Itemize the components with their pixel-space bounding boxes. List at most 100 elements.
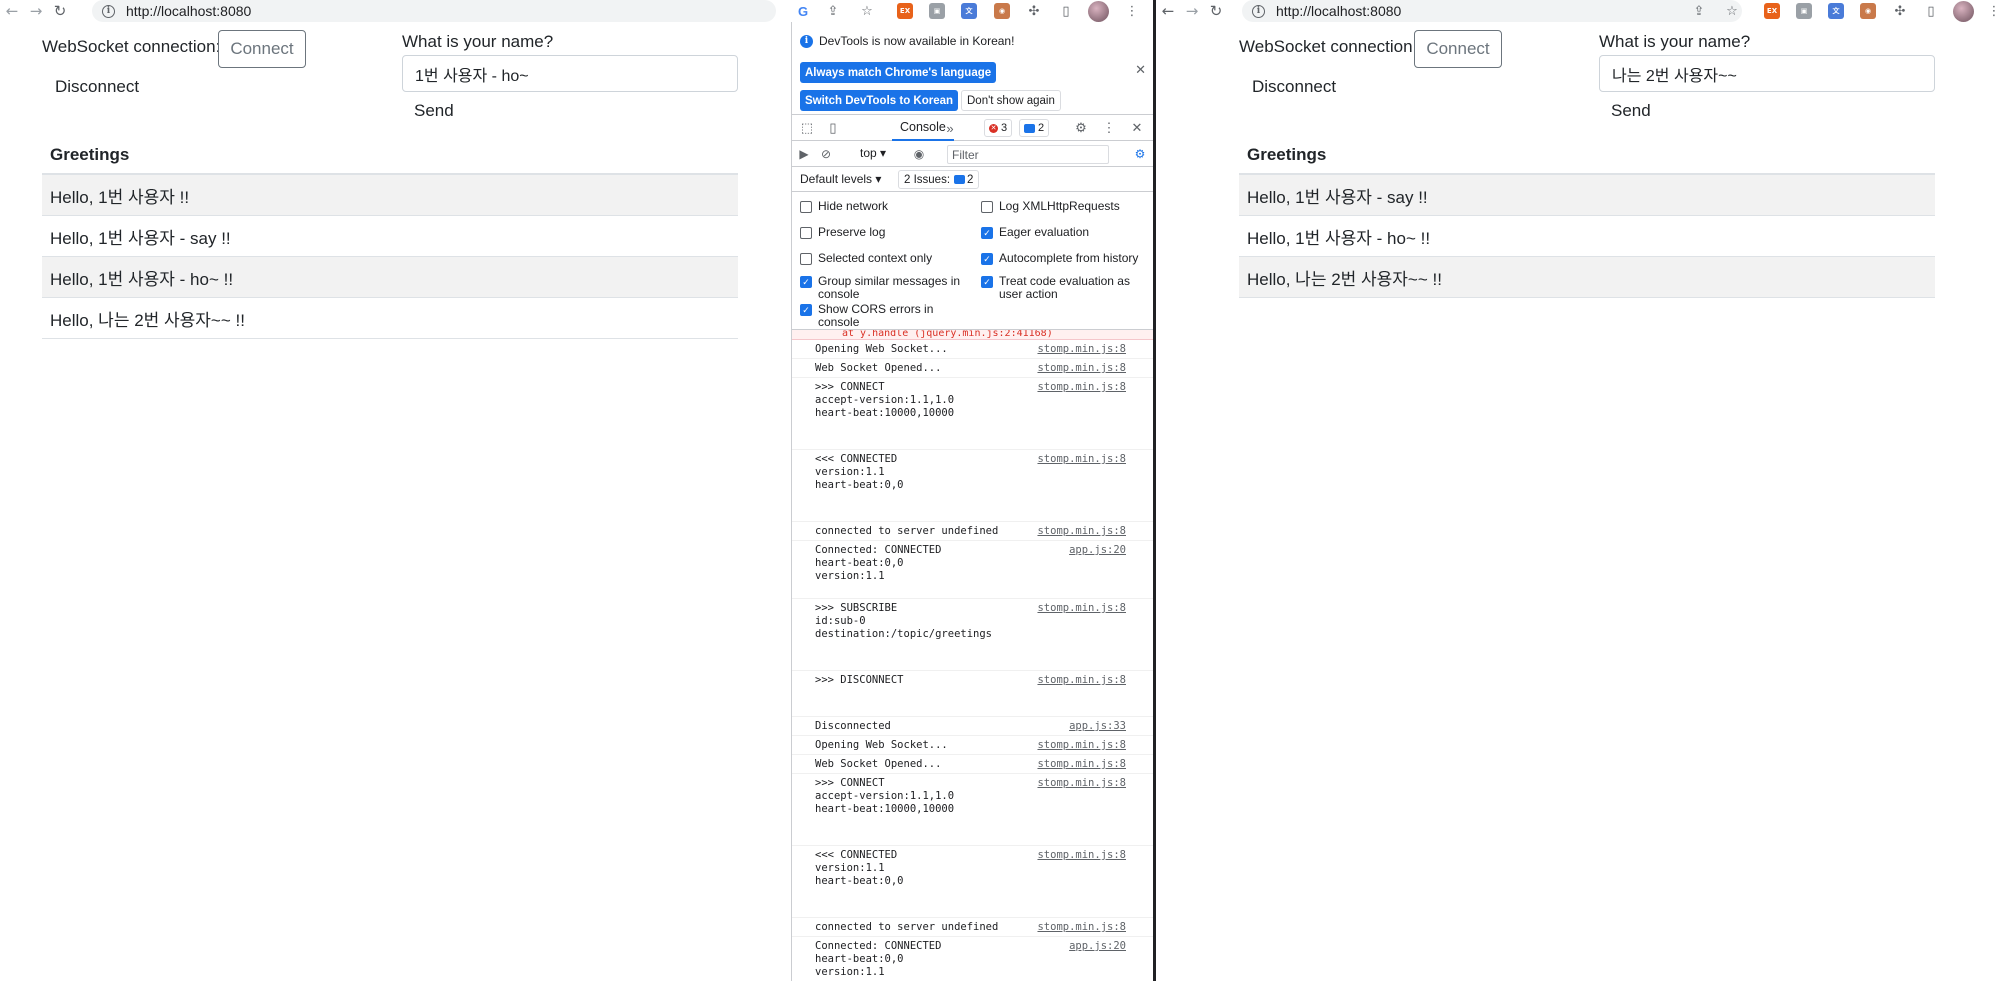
side-panel-icon[interactable]: ▯ [1921, 1, 1941, 21]
checkbox[interactable] [800, 253, 812, 265]
source-link[interactable]: stomp.min.js:8 [1037, 362, 1126, 375]
setting-treat-code-eval[interactable]: ✓ Treat code evaluation as user action [981, 275, 1151, 301]
filter-input[interactable]: Filter [947, 145, 1109, 164]
checkbox-checked[interactable]: ✓ [981, 253, 993, 265]
source-link[interactable]: stomp.min.js:8 [1037, 602, 1126, 615]
info-icon: i [800, 35, 813, 48]
clear-console-icon[interactable]: ⊘ [817, 145, 835, 163]
console-message: Web Socket Opened... stomp.min.js:8 [792, 755, 1153, 774]
more-tabs-icon[interactable]: » [941, 119, 959, 137]
source-link[interactable]: app.js:33 [1069, 720, 1126, 733]
eye-icon[interactable]: ◉ [910, 145, 928, 163]
source-link[interactable]: stomp.min.js:8 [1037, 525, 1126, 538]
gear-icon[interactable]: ⚙ [1072, 119, 1090, 137]
profile-avatar[interactable] [1953, 1, 1974, 22]
setting-hide-network[interactable]: Hide network [800, 200, 888, 213]
device-toolbar-icon[interactable]: ▯ [824, 119, 842, 137]
extension-ex-icon[interactable]: EX [897, 3, 913, 19]
inspect-element-icon[interactable]: ⬚ [798, 119, 816, 137]
profile-avatar[interactable] [1088, 1, 1109, 22]
source-link[interactable]: stomp.min.js:8 [1037, 849, 1126, 862]
setting-log-xhr[interactable]: Log XMLHttpRequests [981, 200, 1120, 213]
dont-show-again-button[interactable]: Don't show again [961, 90, 1061, 111]
reload-icon[interactable]: ↻ [48, 0, 72, 22]
source-link[interactable]: stomp.min.js:8 [1037, 758, 1126, 771]
source-link[interactable]: stomp.min.js:8 [1037, 343, 1126, 356]
checkbox[interactable] [800, 201, 812, 213]
setting-eager-evaluation[interactable]: ✓ Eager evaluation [981, 226, 1089, 239]
extension-ex-icon[interactable]: EX [1764, 3, 1780, 19]
source-link[interactable]: stomp.min.js:8 [1037, 381, 1126, 394]
source-link[interactable]: stomp.min.js:8 [1037, 453, 1126, 466]
forward-arrow-icon[interactable]: → [1180, 0, 1204, 22]
checkbox-checked[interactable]: ✓ [800, 304, 812, 316]
back-arrow-icon[interactable]: ← [0, 0, 24, 22]
side-panel-icon[interactable]: ▯ [1056, 1, 1076, 21]
setting-preserve-log[interactable]: Preserve log [800, 226, 885, 239]
address-bar[interactable]: i http://localhost:8080 [92, 0, 776, 22]
always-match-language-button[interactable]: Always match Chrome's language [800, 62, 997, 83]
setting-group-similar[interactable]: ✓ Group similar messages in console [800, 275, 970, 301]
checkbox-checked[interactable]: ✓ [981, 227, 993, 239]
kebab-menu-icon[interactable]: ⋮ [1122, 1, 1142, 21]
source-link[interactable]: stomp.min.js:8 [1037, 739, 1126, 752]
extension-translate-icon[interactable]: 文 [961, 3, 977, 19]
back-arrow-icon[interactable]: ← [1156, 0, 1180, 22]
console-message: Opening Web Socket... stomp.min.js:8 [792, 736, 1153, 755]
star-icon[interactable]: ☆ [857, 1, 877, 21]
connect-button[interactable]: Connect [1414, 30, 1502, 68]
extension-photo-icon[interactable]: ▣ [929, 3, 945, 19]
extension-avatar-icon[interactable]: ◉ [994, 3, 1010, 19]
setting-show-cors[interactable]: ✓ Show CORS errors in console [800, 303, 970, 329]
disconnect-button[interactable]: Disconnect [1252, 72, 1336, 102]
disconnect-button[interactable]: Disconnect [55, 72, 139, 102]
star-icon[interactable]: ☆ [1722, 1, 1742, 21]
context-selector[interactable]: top ▾ [860, 146, 886, 160]
source-link[interactable]: app.js:20 [1069, 940, 1126, 953]
devtools-language-banner: i DevTools is now available in Korean! ✕… [792, 22, 1153, 115]
extension-photo-icon[interactable]: ▣ [1796, 3, 1812, 19]
checkbox-checked[interactable]: ✓ [981, 276, 993, 288]
puzzle-icon[interactable]: ✣ [1024, 1, 1044, 21]
error-count-badge[interactable]: ✕ 3 [984, 119, 1013, 137]
checkbox-checked[interactable]: ✓ [800, 276, 812, 288]
info-icon[interactable]: i [102, 4, 115, 18]
close-icon[interactable]: ✕ [1135, 62, 1146, 78]
send-button[interactable]: Send [414, 96, 454, 126]
puzzle-icon[interactable]: ✣ [1890, 1, 1910, 21]
source-link[interactable]: app.js:20 [1069, 544, 1126, 557]
checkbox[interactable] [800, 227, 812, 239]
extension-translate-icon[interactable]: 文 [1828, 3, 1844, 19]
extension-avatar-icon[interactable]: ◉ [1860, 3, 1876, 19]
default-levels-dropdown[interactable]: Default levels ▾ [800, 172, 881, 186]
source-link[interactable]: stomp.min.js:8 [1037, 777, 1126, 790]
message-count-badge[interactable]: 2 [1019, 119, 1050, 137]
reload-icon[interactable]: ↻ [1204, 0, 1228, 22]
address-bar[interactable]: i http://localhost:8080 [1242, 0, 1742, 22]
send-button[interactable]: Send [1611, 96, 1651, 126]
share-icon[interactable]: ⇪ [1689, 1, 1709, 21]
info-icon[interactable]: i [1252, 4, 1265, 18]
name-input[interactable]: 나는 2번 사용자~~ [1599, 55, 1935, 92]
kebab-menu-icon[interactable]: ⋮ [1100, 119, 1118, 137]
sidebar-toggle-icon[interactable]: ▶ [795, 145, 813, 163]
share-icon[interactable]: ⇪ [823, 1, 843, 21]
name-label: What is your name? [402, 32, 554, 51]
source-link[interactable]: stomp.min.js:8 [1037, 674, 1126, 687]
issues-button[interactable]: 2 Issues: 2 [898, 170, 980, 189]
kebab-menu-icon[interactable]: ⋮ [1984, 1, 2004, 21]
setting-autocomplete[interactable]: ✓ Autocomplete from history [981, 252, 1138, 265]
greetings-header: Greetings [42, 136, 738, 175]
setting-selected-context[interactable]: Selected context only [800, 252, 932, 265]
checkbox[interactable] [981, 201, 993, 213]
connect-button[interactable]: Connect [218, 30, 306, 68]
google-icon[interactable]: G [793, 1, 813, 21]
message-text: Web Socket Opened... [815, 758, 942, 770]
name-input[interactable]: 1번 사용자 - ho~ [402, 55, 738, 92]
switch-to-korean-button[interactable]: Switch DevTools to Korean [800, 90, 959, 111]
forward-arrow-icon[interactable]: → [24, 0, 48, 22]
message-text: >>> DISCONNECT [815, 674, 904, 686]
gear-icon[interactable]: ⚙ [1131, 145, 1149, 163]
close-icon[interactable]: ✕ [1128, 119, 1146, 137]
source-link[interactable]: stomp.min.js:8 [1037, 921, 1126, 934]
